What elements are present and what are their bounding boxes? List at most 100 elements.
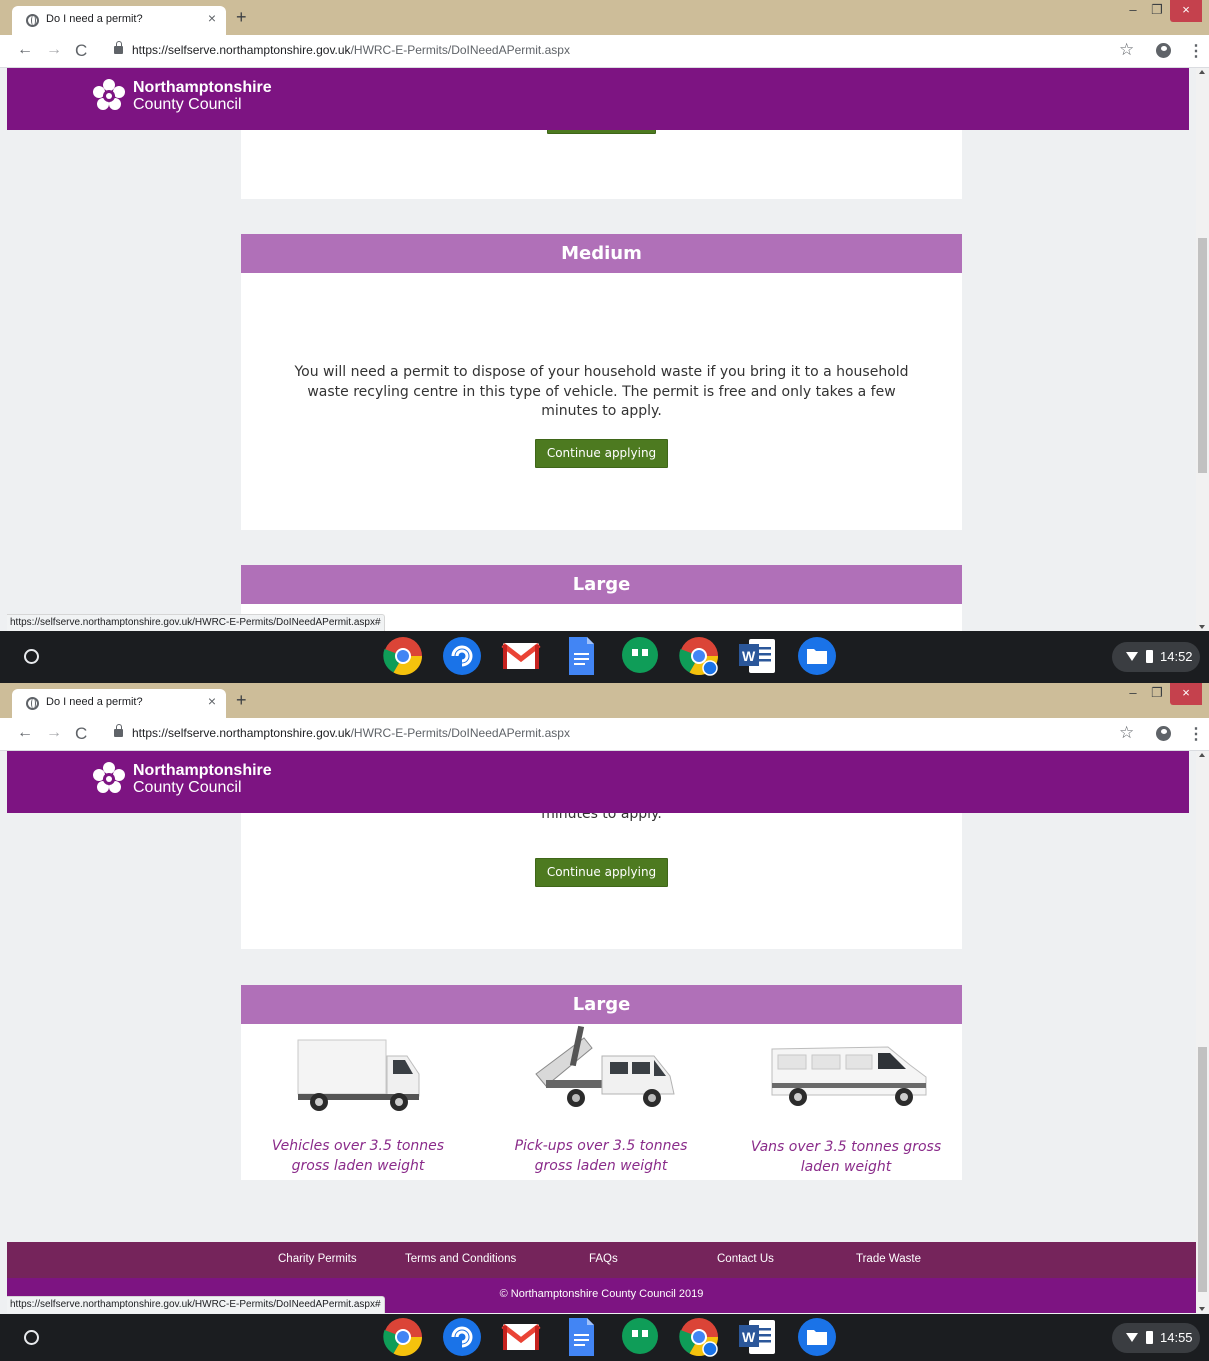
footer-link-terms[interactable]: Terms and Conditions	[405, 1253, 516, 1265]
new-tab-button[interactable]: +	[236, 7, 247, 28]
continue-applying-button[interactable]: Continue applying	[535, 858, 668, 887]
docs-icon[interactable]	[560, 635, 602, 677]
tab-close-icon[interactable]: ×	[208, 693, 216, 709]
footer-nav: Charity Permits Terms and Conditions FAQ…	[7, 1242, 1196, 1278]
star-icon[interactable]: ☆	[1119, 40, 1134, 60]
logo-line-2: County Council	[133, 96, 242, 113]
status-url-bubble: https://selfserve.northamptonshire.gov.u…	[7, 614, 385, 631]
logo-line-2: County Council	[133, 779, 242, 796]
council-logo-text[interactable]: Northamptonshire County Council	[133, 762, 272, 796]
council-logo-text[interactable]: Northamptonshire County Council	[133, 79, 272, 113]
lock-icon[interactable]	[114, 724, 123, 737]
screenshot-2: Do I need a permit? × + – ❐ × ← → C http…	[0, 683, 1209, 1361]
council-logo-icon	[93, 762, 125, 793]
restore-button[interactable]: ❐	[1146, 683, 1168, 705]
svg-text:W: W	[742, 648, 756, 664]
hangouts-icon[interactable]	[619, 635, 661, 677]
menu-kebab-icon[interactable]: ⋮	[1188, 724, 1204, 744]
globe-icon	[26, 14, 39, 27]
council-logo-icon	[93, 79, 125, 110]
scroll-down-icon[interactable]	[1199, 625, 1205, 629]
hangouts-icon[interactable]	[619, 1316, 661, 1358]
clock-time: 14:52	[1160, 649, 1193, 664]
page-scrollbar[interactable]	[1196, 751, 1209, 1313]
wifi-icon	[1126, 1333, 1138, 1342]
chromeos-shelf: W 14:55	[0, 1314, 1209, 1361]
address-bar[interactable]: https://selfserve.northamptonshire.gov.u…	[132, 726, 570, 740]
scrollbar-thumb[interactable]	[1198, 238, 1207, 473]
profile-icon[interactable]	[1156, 43, 1171, 58]
forward-arrow-icon[interactable]: →	[46, 724, 62, 742]
browser-tab[interactable]: Do I need a permit? ×	[12, 689, 226, 718]
launcher-icon[interactable]	[24, 649, 39, 664]
cast-app-icon[interactable]	[441, 1316, 483, 1358]
footer-link-trade-waste[interactable]: Trade Waste	[856, 1253, 921, 1265]
vehicle-caption[interactable]: Vehicles over 3.5 tonnes gross laden wei…	[258, 1137, 458, 1176]
wifi-icon	[1126, 652, 1138, 661]
back-arrow-icon[interactable]: ←	[17, 41, 33, 59]
browser-toolbar: ← → C https://selfserve.northamptonshire…	[0, 35, 1209, 68]
gmail-icon[interactable]	[500, 635, 542, 677]
footer-link-charity-permits[interactable]: Charity Permits	[278, 1253, 357, 1265]
battery-icon	[1146, 1331, 1153, 1344]
address-bar[interactable]: https://selfserve.northamptonshire.gov.u…	[132, 43, 570, 57]
continue-applying-button[interactable]: Continue applying	[535, 439, 668, 468]
chrome-icon[interactable]	[382, 1316, 424, 1358]
gmail-icon[interactable]	[500, 1316, 542, 1358]
medium-description-line: You will need a permit to dispose of you…	[294, 364, 909, 380]
new-tab-button[interactable]: +	[236, 690, 247, 711]
site-header: Northamptonshire County Council	[7, 68, 1189, 130]
chrome-canary-icon[interactable]	[678, 635, 720, 677]
menu-kebab-icon[interactable]: ⋮	[1188, 41, 1204, 61]
status-tray[interactable]: 14:52	[1112, 642, 1200, 672]
minimize-button[interactable]: –	[1122, 683, 1144, 705]
large-van-image	[771, 1046, 927, 1106]
footer-link-contact[interactable]: Contact Us	[717, 1253, 774, 1265]
reload-icon[interactable]: C	[75, 724, 87, 744]
browser-toolbar: ← → C https://selfserve.northamptonshire…	[0, 718, 1209, 751]
back-arrow-icon[interactable]: ←	[17, 724, 33, 742]
battery-icon	[1146, 650, 1153, 663]
reload-icon[interactable]: C	[75, 41, 87, 61]
minimize-button[interactable]: –	[1122, 0, 1144, 22]
scrollbar-thumb[interactable]	[1198, 1047, 1207, 1292]
page-scrollbar[interactable]	[1196, 68, 1209, 631]
launcher-icon[interactable]	[24, 1330, 39, 1345]
vehicle-caption-line: gross laden weight	[291, 1157, 425, 1174]
tab-close-icon[interactable]: ×	[208, 10, 216, 26]
lock-icon[interactable]	[114, 41, 123, 54]
globe-icon	[26, 697, 39, 710]
word-icon[interactable]: W	[737, 635, 779, 677]
clock-time: 14:55	[1160, 1330, 1193, 1345]
large-section-header: Large	[241, 985, 962, 1024]
word-icon[interactable]: W	[737, 1316, 779, 1358]
restore-button[interactable]: ❐	[1146, 0, 1168, 22]
files-icon[interactable]	[796, 635, 838, 677]
status-url-bubble: https://selfserve.northamptonshire.gov.u…	[7, 1296, 385, 1313]
footer-link-faqs[interactable]: FAQs	[589, 1253, 618, 1265]
profile-icon[interactable]	[1156, 726, 1171, 741]
svg-text:W: W	[742, 1329, 756, 1345]
scroll-up-icon[interactable]	[1199, 753, 1205, 757]
forward-arrow-icon[interactable]: →	[46, 41, 62, 59]
chrome-icon[interactable]	[382, 635, 424, 677]
vehicle-caption[interactable]: Pick-ups over 3.5 tonnes gross laden wei…	[501, 1137, 701, 1176]
star-icon[interactable]: ☆	[1119, 723, 1134, 743]
box-truck-image	[297, 1039, 420, 1111]
status-tray[interactable]: 14:55	[1112, 1323, 1200, 1353]
cast-app-icon[interactable]	[441, 635, 483, 677]
medium-description: You will need a permit to dispose of you…	[241, 363, 962, 422]
logo-line-1: Northamptonshire	[133, 79, 272, 96]
scroll-up-icon[interactable]	[1199, 70, 1205, 74]
chrome-canary-icon[interactable]	[678, 1316, 720, 1358]
window-close-button[interactable]: ×	[1170, 0, 1202, 22]
tab-strip: Do I need a permit? × + – ❐ ×	[0, 683, 1209, 718]
files-icon[interactable]	[796, 1316, 838, 1358]
docs-icon[interactable]	[560, 1316, 602, 1358]
chromeos-shelf: W 14:52	[0, 631, 1209, 683]
scroll-down-icon[interactable]	[1199, 1307, 1205, 1311]
large-section-header: Large	[241, 565, 962, 604]
vehicle-caption[interactable]: Vans over 3.5 tonnes gross laden weight	[746, 1138, 946, 1177]
browser-tab[interactable]: Do I need a permit? ×	[12, 6, 226, 35]
window-close-button[interactable]: ×	[1170, 683, 1202, 705]
